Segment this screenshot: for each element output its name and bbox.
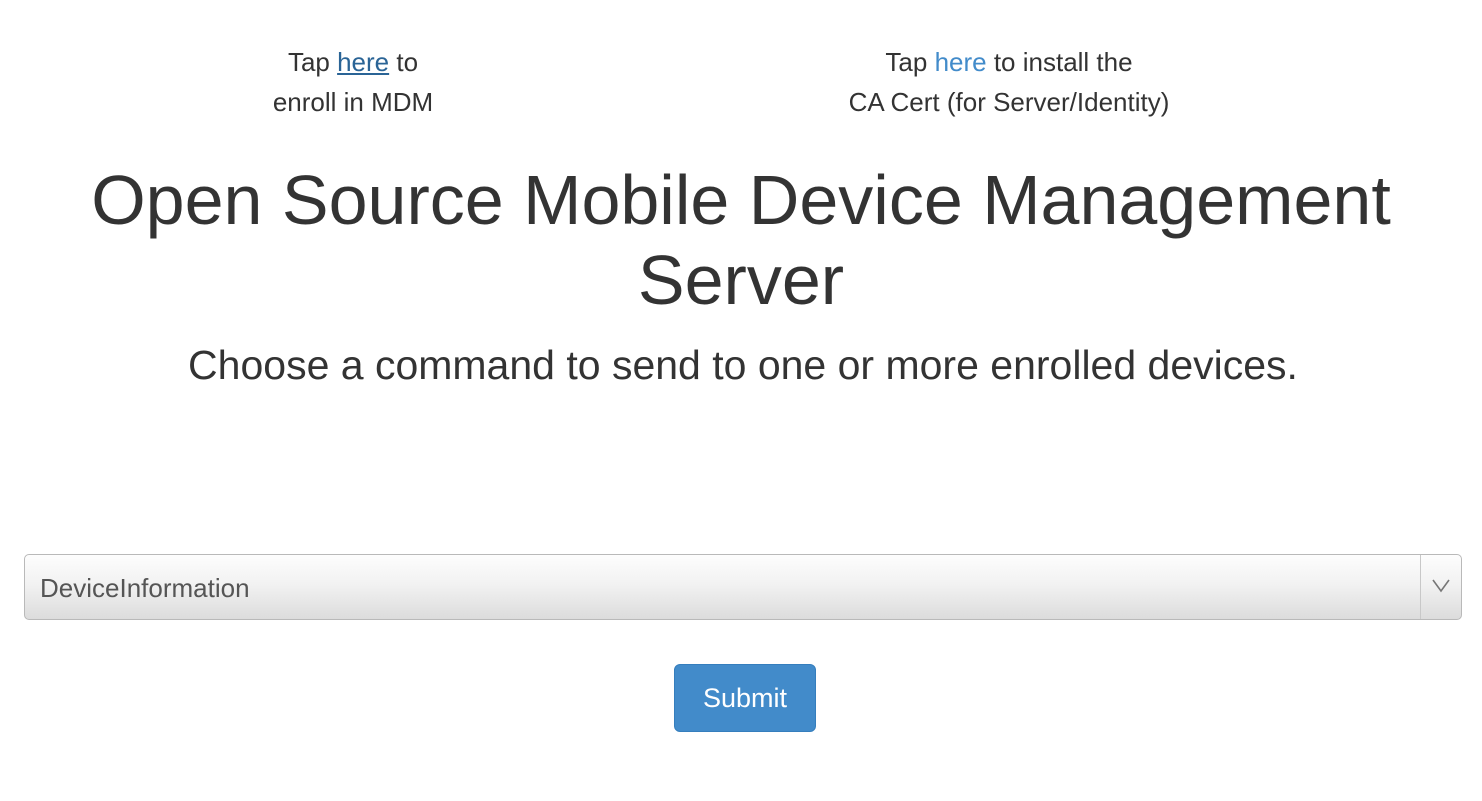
command-select[interactable]: DeviceInformation bbox=[24, 554, 1462, 620]
page: Tap here to enroll in MDM Tap here to in… bbox=[0, 0, 1482, 801]
ca-cert-line2: CA Cert (for Server/Identity) bbox=[848, 87, 1170, 117]
enroll-prefix: Tap bbox=[287, 47, 338, 77]
enroll-mdm-note: Tap here to enroll in MDM bbox=[203, 42, 503, 122]
install-ca-cert-link[interactable]: here bbox=[935, 47, 987, 77]
select-dropdown-toggle[interactable] bbox=[1420, 555, 1461, 619]
enroll-suffix: to bbox=[389, 47, 419, 77]
chevron-down-icon bbox=[1431, 577, 1451, 598]
ca-cert-prefix: Tap bbox=[885, 47, 935, 77]
enroll-line2: enroll in MDM bbox=[272, 87, 434, 117]
ca-cert-suffix: to install the bbox=[986, 47, 1133, 77]
command-select-value: DeviceInformation bbox=[40, 573, 250, 603]
submit-button[interactable]: Submit bbox=[674, 664, 816, 732]
page-title: Open Source Mobile Device Management Ser… bbox=[91, 161, 1391, 319]
enroll-mdm-link[interactable]: here bbox=[337, 47, 389, 77]
ca-cert-note: Tap here to install the CA Cert (for Ser… bbox=[764, 42, 1254, 122]
page-subtitle: Choose a command to send to one or more … bbox=[188, 342, 1298, 388]
